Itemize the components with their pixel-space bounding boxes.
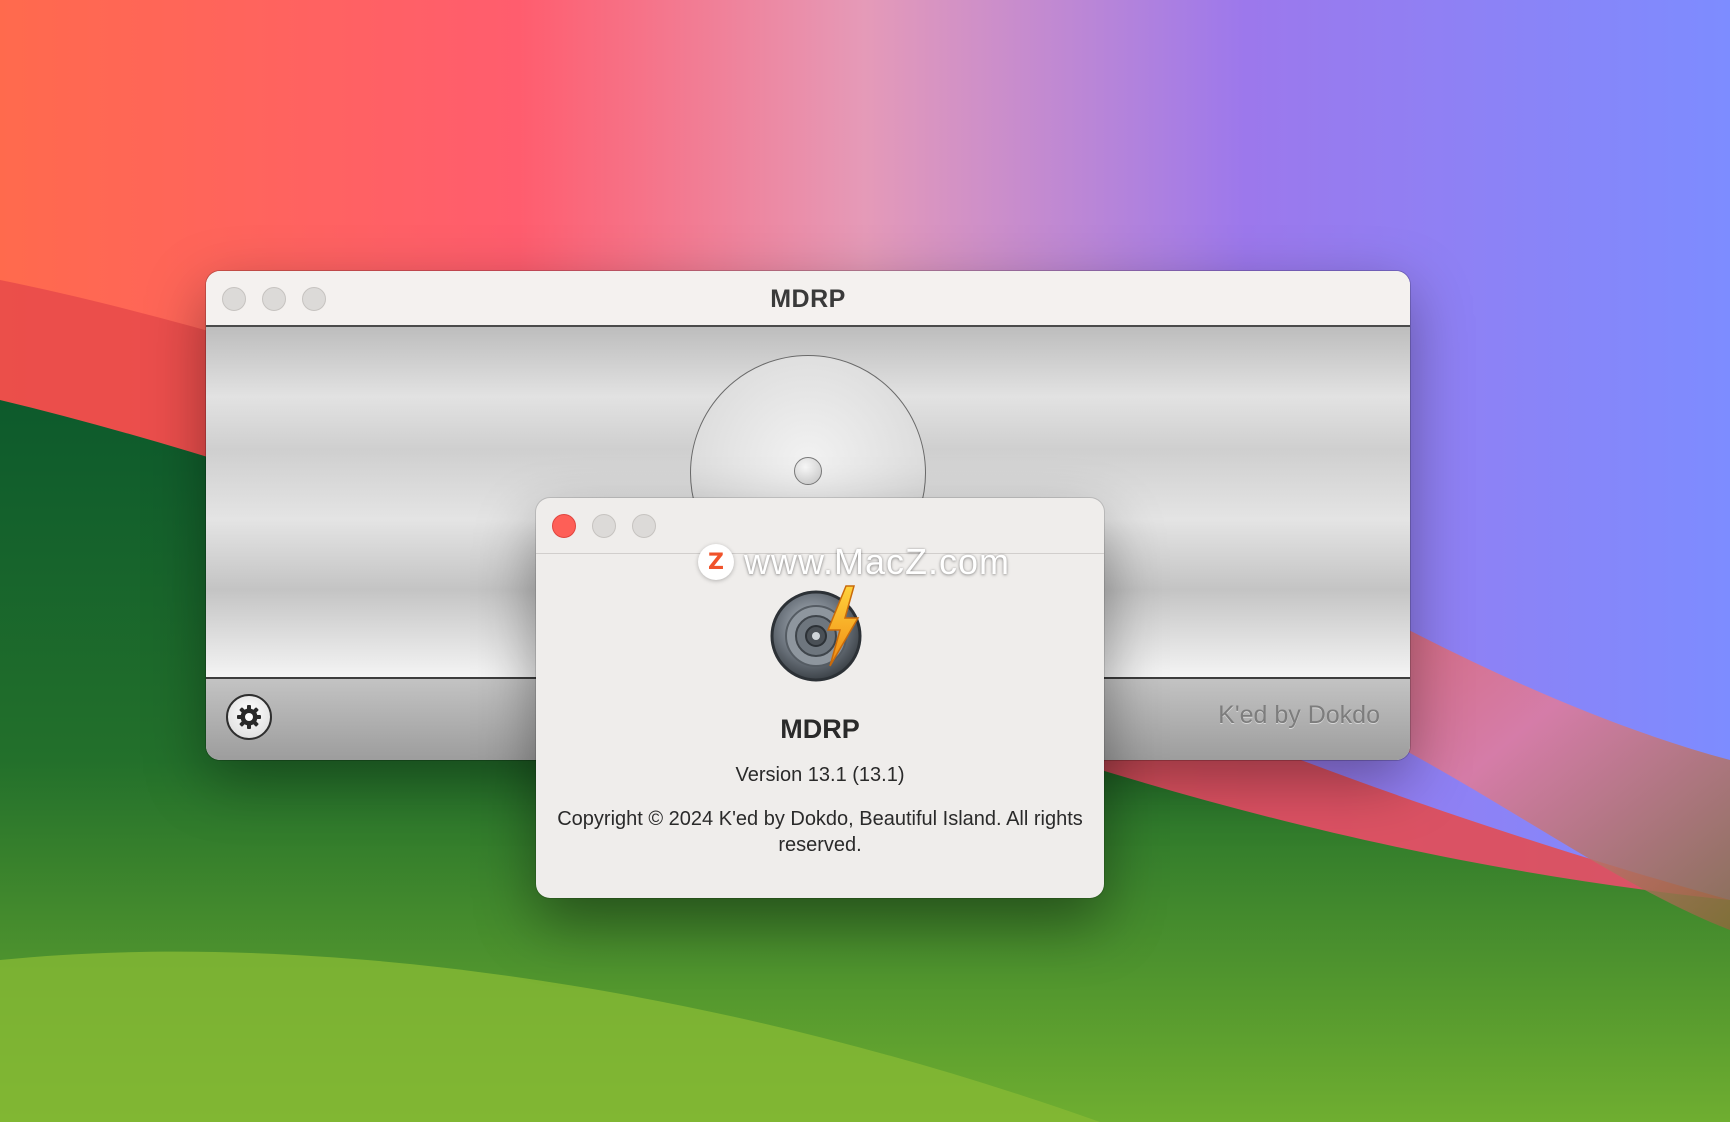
about-close-button[interactable] [552,514,576,538]
watermark-text: www.MacZ.com [744,541,1011,582]
app-icon [770,585,862,682]
about-app-name: MDRP [780,714,860,744]
window-title: MDRP [770,285,846,313]
disc-hole [794,457,822,485]
about-version: Version 13.1 (13.1) [735,764,905,786]
credit-label: K'ed by Dokdo [1218,701,1380,729]
about-minimize-button[interactable] [592,514,616,538]
about-zoom-button[interactable] [632,514,656,538]
gear-icon [237,705,261,729]
watermark-badge-letter: Z [708,549,724,575]
watermark-logo-icon: Z [698,544,734,580]
watermark: Z www.MacZ.com [698,540,1010,584]
settings-button[interactable] [226,694,272,740]
titlebar: MDRP [206,271,1410,327]
about-copyright: Copyright © 2024 K'ed by Dokdo, Beautifu… [557,808,1083,856]
